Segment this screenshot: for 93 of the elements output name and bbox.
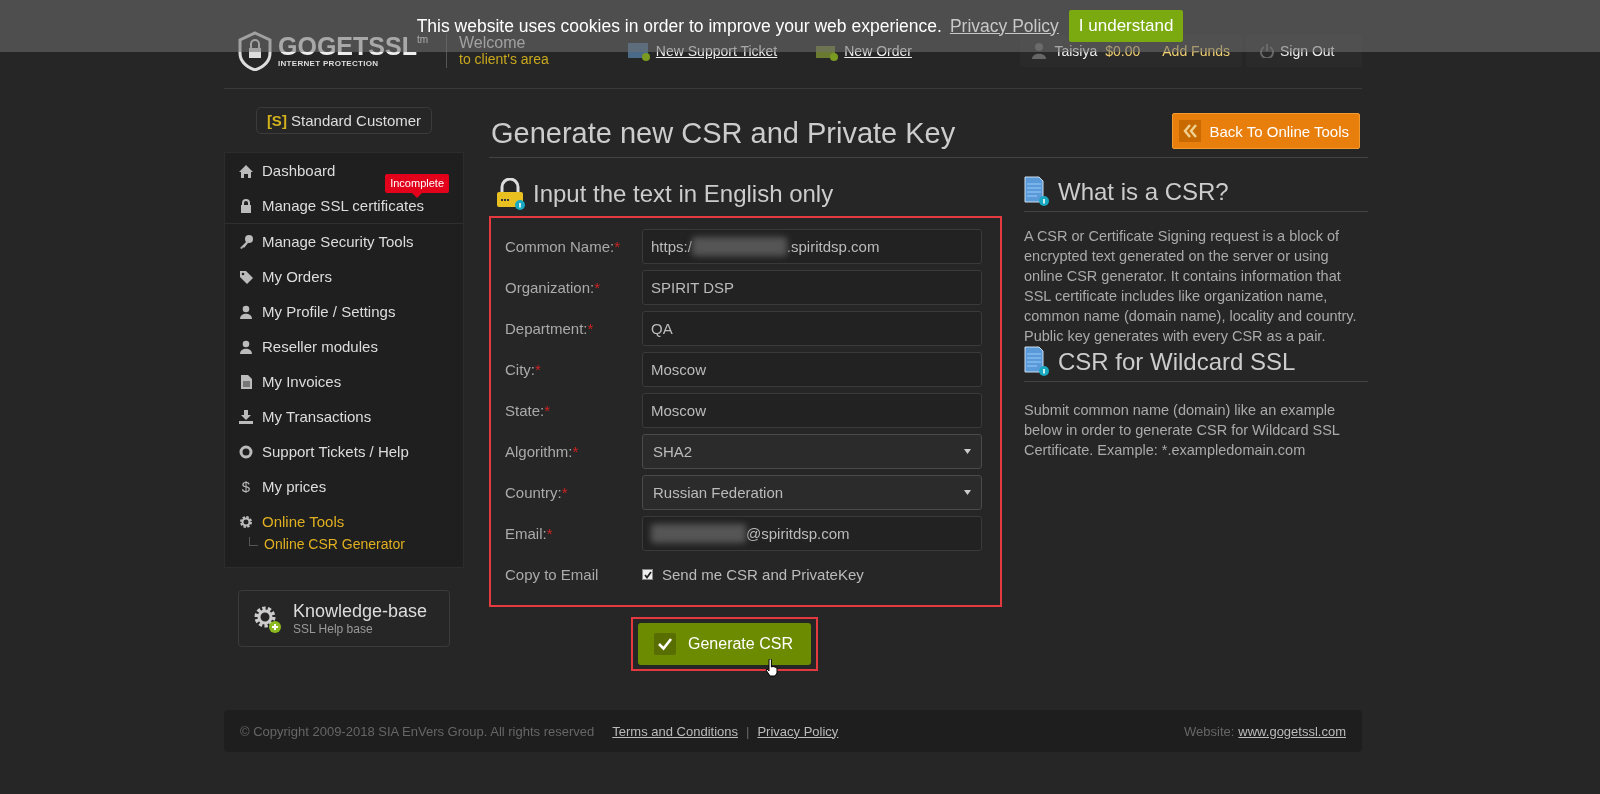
- field-label: State:*: [505, 402, 552, 419]
- field-label: Copy to Email: [505, 566, 600, 583]
- sidebar-item-label: Reseller modules: [262, 338, 378, 355]
- double-chevron-icon: [1179, 120, 1202, 142]
- footer-link[interactable]: Terms and Conditions: [612, 723, 738, 739]
- section-text: Submit common name (domain) like an example below in order to generate CSR for Wildcard SSL Certificate. Example: *.exampledomain.com: [1024, 401, 1341, 460]
- page-title: Generate new CSR and Private Key: [490, 115, 956, 150]
- required-asterisk: *: [572, 443, 579, 460]
- user-name: Taisiya: [1054, 43, 1098, 59]
- tag-icon: [239, 269, 253, 284]
- sidebar-item-label: My Orders: [262, 268, 332, 285]
- required-asterisk: *: [614, 238, 621, 255]
- person-icon: [239, 304, 253, 319]
- website-link[interactable]: www.gogetssl.com: [1238, 723, 1346, 739]
- field-label: Department:*: [505, 320, 595, 337]
- caret-down-icon: [964, 490, 971, 495]
- person-icon: [239, 339, 253, 354]
- document-icon: [239, 374, 253, 389]
- field-label: Common Name:*: [505, 238, 622, 255]
- lifebuoy-icon: [239, 444, 253, 459]
- input-field[interactable]: @spiritdsp.com: [642, 516, 982, 551]
- sidebar-item-label: My Transactions: [262, 408, 372, 425]
- account-balance: $0.00: [1105, 43, 1141, 59]
- sidebar-item-label: My Invoices: [262, 373, 342, 390]
- key-icon: [239, 234, 253, 249]
- logo-tagline: INTERNET PROTECTION: [278, 59, 380, 68]
- select-field[interactable]: SHA2: [642, 434, 982, 469]
- user-icon: [1032, 43, 1047, 59]
- section-text: A CSR or Certificate Signing request is a block of encrypted text generated on the server or using online CSR generator. It contains information that SSL certificate includes like organization name, common name (domain name), locality and country. Public key generates with every CSR as a pair.: [1024, 227, 1358, 346]
- header-link[interactable]: New Support Ticket: [626, 40, 778, 62]
- shield-logo-icon: [238, 31, 272, 71]
- customer-tag: [S]: [266, 112, 287, 129]
- knowledge-base-link[interactable]: Knowledge-base SSL Help base: [238, 590, 450, 647]
- lock-icon: [239, 198, 253, 213]
- input-field[interactable]: https:/ .spiritdsp.com: [642, 229, 982, 264]
- sidebar-subitem[interactable]: Online CSR Generator: [249, 533, 463, 555]
- website-label: Website:: [1184, 723, 1235, 739]
- required-asterisk: *: [544, 402, 551, 419]
- sidebar-item[interactable]: $ My prices: [239, 478, 327, 495]
- field-label: Email:*: [505, 525, 554, 542]
- field-label: Country:*: [505, 484, 569, 501]
- padlock-icon: [495, 178, 525, 210]
- trademark-mark: tm: [416, 34, 428, 45]
- checkmark-icon: [643, 570, 652, 579]
- form-heading: Input the text in English only: [533, 180, 834, 208]
- checkmark-icon: [654, 633, 676, 655]
- link-separator: |: [746, 723, 750, 739]
- gear-icon: [253, 604, 281, 633]
- sidebar-item[interactable]: My Invoices: [239, 373, 342, 390]
- cookie-message: This website uses cookies in order to improve your web experience.: [416, 15, 942, 36]
- sidebar-item[interactable]: Dashboard: [239, 162, 336, 179]
- select-field[interactable]: Russian Federation: [642, 475, 982, 510]
- customer-type: Standard Customer: [291, 112, 422, 129]
- power-icon: [1260, 44, 1274, 58]
- required-asterisk: *: [561, 484, 568, 501]
- input-field[interactable]: Moscow: [642, 352, 982, 387]
- sidebar-item[interactable]: Online Tools: [239, 513, 345, 530]
- sidebar-item[interactable]: My Orders: [239, 268, 332, 285]
- required-asterisk: *: [535, 361, 541, 378]
- input-field[interactable]: SPIRIT DSP: [642, 270, 982, 305]
- privacy-policy-link[interactable]: Privacy Policy: [949, 15, 1059, 37]
- sidebar-item-label: Online Tools: [262, 513, 345, 530]
- gear-icon: [239, 514, 253, 529]
- input-field[interactable]: Moscow: [642, 393, 982, 428]
- home-icon: [239, 163, 253, 178]
- hand-cursor-icon: [764, 659, 779, 677]
- welcome-text: Welcome: [459, 34, 527, 51]
- field-label: Organization:*: [505, 279, 602, 296]
- checkbox[interactable]: [642, 569, 653, 580]
- required-asterisk: *: [594, 279, 601, 296]
- logo-text: GOGETSSL: [278, 32, 417, 60]
- section-heading: CSR for Wildcard SSL: [1058, 347, 1296, 376]
- dollar-icon: $: [239, 478, 253, 495]
- sidebar-item-label: Dashboard: [262, 162, 336, 179]
- document-info-icon: [1024, 176, 1050, 207]
- required-asterisk: *: [587, 320, 594, 337]
- field-label: Algorithm:*: [505, 443, 580, 460]
- header-link[interactable]: New Order: [815, 40, 912, 62]
- document-info-icon: [1024, 346, 1050, 377]
- download-icon: [239, 409, 253, 424]
- welcome-subtitle: to client's area: [459, 51, 549, 68]
- sidebar-item-label: My prices: [262, 478, 327, 495]
- knowledge-base-title: Knowledge-base: [293, 601, 428, 622]
- sidebar-item[interactable]: My Transactions: [239, 408, 372, 425]
- input-field[interactable]: QA: [642, 311, 982, 346]
- footer-link[interactable]: Privacy Policy: [757, 723, 839, 739]
- caret-down-icon: [964, 449, 971, 454]
- copyright-text: © Copyright 2009-2018 SIA EnVers Group. All rights reserved: [240, 723, 595, 739]
- field-label: City:*: [505, 361, 542, 378]
- sidebar-item[interactable]: Reseller modules: [239, 338, 378, 355]
- section-heading: What is a CSR?: [1058, 177, 1229, 206]
- knowledge-base-subtitle: SSL Help base: [293, 622, 374, 636]
- required-asterisk: *: [546, 525, 553, 542]
